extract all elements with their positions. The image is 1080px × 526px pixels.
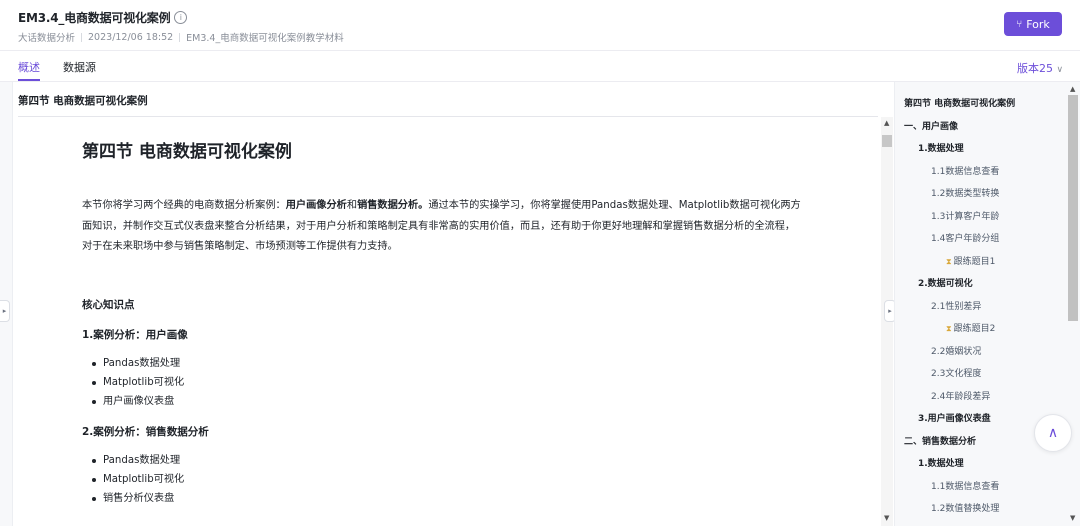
toc-scrollbar[interactable]: [1068, 95, 1078, 321]
back-to-top-button[interactable]: ∧: [1034, 414, 1072, 452]
intro-text: 本节你将学习两个经典的电商数据分析案例：: [82, 200, 286, 211]
toc-item-label: 1.1数据信息查看: [931, 166, 1000, 177]
toc-item[interactable]: 2.4年龄段差异: [931, 389, 990, 402]
list-item: Pandas数据处理: [92, 451, 184, 470]
toc-item-label: 跟练题目1: [953, 256, 996, 267]
description: EM3.4_电商数据可视化案例教学材料: [186, 33, 344, 44]
toc-item-label: 2.4年龄段差异: [931, 391, 991, 402]
meta-divider: [81, 32, 83, 42]
version-label: 版本25: [1017, 62, 1053, 75]
doc-title: 第四节 电商数据可视化案例: [82, 142, 292, 162]
core-heading: 核心知识点: [82, 299, 135, 311]
meta-divider: [179, 32, 181, 42]
intro-bold-sales: 销售数据分析。: [357, 200, 429, 211]
toc-item-label: 2.数据可视化: [918, 279, 973, 289]
toc-item-label: 1.2数据类型转换: [931, 189, 1000, 199]
toc-item-label: 3.用户画像仪表盘: [918, 414, 991, 424]
toc-item[interactable]: 二、销售数据分析: [904, 434, 976, 447]
intro-paragraph: 本节你将学习两个经典的电商数据分析案例：用户画像分析和销售数据分析。通过本节的实…: [82, 196, 804, 258]
toc-item-label: 1.3计算客户年龄: [931, 211, 1000, 222]
active-tab-indicator: [18, 79, 40, 81]
toc-item[interactable]: 1.3计算客户年龄: [931, 209, 999, 222]
case2-list: Pandas数据处理 Matplotlib可视化 销售分析仪表盘: [92, 451, 184, 508]
timestamp: 2023/12/06 18:52: [88, 31, 174, 43]
tab-bar: 概述 数据源 版本25 ∨: [0, 51, 1080, 82]
chevron-down-icon: ∨: [1056, 65, 1064, 75]
intro-text: 和: [346, 200, 358, 211]
fork-icon: ⑂: [1016, 18, 1023, 30]
toc-item[interactable]: 2.1性别差异: [931, 299, 981, 312]
info-icon[interactable]: i: [174, 11, 188, 24]
scroll-down-icon[interactable]: ▼: [884, 514, 889, 522]
list-item: Matplotlib可视化: [92, 373, 184, 392]
toc-item-label: 第四节 电商数据可视化案例: [904, 99, 1016, 109]
toc-item-label: 1.4客户年龄分组: [931, 234, 1000, 244]
toc-item[interactable]: 一、用户画像: [904, 119, 958, 132]
list-item: 用户画像仪表盘: [92, 392, 184, 411]
toc-item[interactable]: 1.1数据信息查看: [931, 479, 999, 492]
toc-item[interactable]: 1.数据处理: [918, 141, 964, 154]
toc-scroll-down-icon[interactable]: ▼: [1070, 514, 1075, 522]
list-item: 销售分析仪表盘: [92, 489, 184, 508]
tab-overview[interactable]: 概述: [18, 59, 40, 75]
toc-item-label: 2.3文化程度: [931, 369, 982, 379]
meta-row: 大话数据分析 2023/12/06 18:52 EM3.4_电商数据可视化案例教…: [18, 30, 344, 45]
hourglass-icon: ⧗: [946, 256, 952, 266]
arrow-up-icon: ∧: [1047, 425, 1059, 441]
title-row: EM3.4_电商数据可视化案例 i: [18, 9, 188, 26]
case1-heading: 1.案例分析：用户画像: [82, 329, 188, 341]
toc-item-label: 2.1性别差异: [931, 301, 982, 312]
expand-left-icon[interactable]: ▸: [0, 300, 10, 322]
toc-item[interactable]: ⧗ 跟练题目2: [946, 321, 995, 334]
toc-item[interactable]: 1.2数据类型转换: [931, 186, 999, 199]
toc-scroll-up-icon[interactable]: ▲: [1070, 85, 1075, 93]
section-title: 第四节 电商数据可视化案例: [18, 95, 148, 107]
toc-item[interactable]: 第四节 电商数据可视化案例: [904, 96, 1015, 109]
toc-item[interactable]: 1.4客户年龄分组: [931, 231, 999, 244]
hourglass-icon: ⧗: [946, 324, 952, 333]
toc-item[interactable]: 2.数据可视化: [918, 276, 973, 289]
author-label[interactable]: 大话数据分析: [18, 30, 75, 44]
list-item: Pandas数据处理: [92, 354, 184, 373]
page-title: EM3.4_电商数据可视化案例: [18, 11, 171, 25]
fork-label: Fork: [1026, 17, 1050, 31]
toc-item[interactable]: 1.2数值替换处理: [931, 501, 999, 514]
toc-item[interactable]: 3.用户画像仪表盘: [918, 411, 991, 424]
case2-heading: 2.案例分析：销售数据分析: [82, 426, 209, 438]
scroll-up-icon[interactable]: ▲: [884, 119, 889, 127]
toc-item-label: 1.1数据信息查看: [931, 481, 1000, 492]
toc-item[interactable]: 1.1数据信息查看: [931, 164, 999, 177]
toc-item-label: 1.数据处理: [918, 459, 964, 469]
fork-button[interactable]: ⑂ Fork: [1004, 12, 1062, 36]
version-dropdown[interactable]: 版本25 ∨: [1017, 60, 1063, 76]
toc-item[interactable]: 2.3文化程度: [931, 366, 981, 379]
case1-list: Pandas数据处理 Matplotlib可视化 用户画像仪表盘: [92, 354, 184, 411]
toc-item-label: 二、销售数据分析: [904, 436, 977, 447]
toc-item[interactable]: 2.2婚姻状况: [931, 344, 981, 357]
toc-item-label: 1.2数值替换处理: [931, 504, 1000, 514]
header: EM3.4_电商数据可视化案例 i 大话数据分析 2023/12/06 18:5…: [0, 0, 1080, 51]
toc-item-label: 跟练题目2: [953, 324, 996, 334]
toc-item-label: 一、用户画像: [904, 121, 959, 132]
tab-datasource[interactable]: 数据源: [63, 59, 96, 75]
toc-item[interactable]: 1.数据处理: [918, 456, 964, 469]
toc-item[interactable]: ⧗ 跟练题目1: [946, 254, 995, 267]
toc-item-label: 2.2婚姻状况: [931, 346, 982, 357]
content-divider: [18, 116, 878, 117]
toc-item-label: 1.数据处理: [918, 144, 964, 154]
list-item: Matplotlib可视化: [92, 470, 184, 489]
intro-bold-user-portrait: 用户画像分析: [285, 200, 347, 211]
content-scroll-thumb[interactable]: [882, 135, 892, 147]
